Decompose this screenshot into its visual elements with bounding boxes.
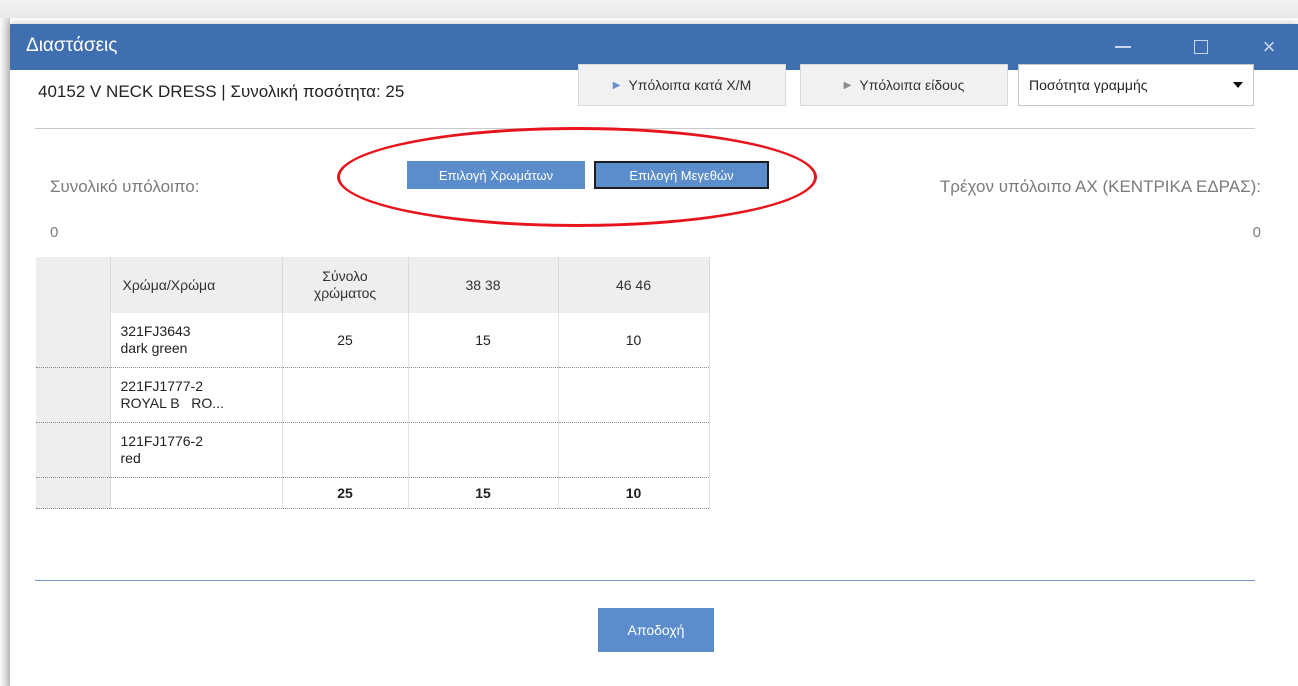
total-remaining-value: 0 [50, 224, 59, 241]
totals-color-total: 25 [282, 477, 409, 509]
color-total-column-header[interactable]: Σύνολο χρώματος [282, 257, 409, 313]
background-shadow-top [0, 0, 1298, 18]
size-46-cell[interactable]: 10 [558, 313, 710, 368]
color-total-header-line2: χρώματος [313, 285, 377, 301]
color-total-cell[interactable]: 25 [282, 313, 409, 368]
remaining-by-cm-button[interactable]: ▶ Υπόλοιπα κατά Χ/Μ [578, 64, 786, 106]
dimensions-grid: Χρώμα/Χρώμα Σύνολο χρώματος 38 38 46 46 … [36, 257, 710, 509]
row-selector[interactable] [36, 422, 111, 478]
color-name: ROYAL B RO... [120, 395, 224, 411]
accept-button[interactable]: Αποδοχή [598, 608, 714, 652]
remaining-item-button[interactable]: ▶ Υπόλοιπα είδους [800, 64, 1008, 106]
current-remaining-label: Τρέχον υπόλοιπο ΑΧ (ΚΕΝΤΡΙΚΑ ΕΔΡΑΣ): [939, 177, 1261, 196]
remaining-by-cm-label: Υπόλοιπα κατά Χ/Μ [628, 77, 752, 93]
size-46-cell[interactable] [558, 422, 710, 478]
color-name: red [120, 450, 141, 466]
size-38-cell[interactable] [408, 367, 559, 423]
play-icon: ▶ [843, 79, 852, 91]
current-remaining-value: 0 [1252, 224, 1261, 241]
totals-size-46: 10 [558, 477, 710, 509]
close-icon: × [1262, 34, 1276, 59]
size-column-header-46[interactable]: 46 46 [558, 257, 710, 313]
color-code: 221FJ1777-2 [120, 378, 204, 394]
size-column-header-38[interactable]: 38 38 [408, 257, 559, 313]
item-title: 40152 V NECK DRESS | Συνολική ποσότητα: … [38, 82, 405, 101]
size-38-cell[interactable]: 15 [408, 313, 559, 368]
quantity-select-value: Ποσότητα γραμμής [1029, 77, 1148, 93]
background-shadow-left [0, 18, 10, 686]
play-icon: ▶ [612, 79, 621, 91]
color-cell[interactable]: 321FJ3643 dark green [110, 313, 283, 368]
totals-row: 25 15 10 [36, 477, 710, 509]
table-row[interactable]: 121FJ1776-2 red [36, 422, 710, 478]
color-total-cell[interactable] [282, 367, 409, 423]
color-code: 321FJ3643 [120, 323, 191, 339]
totals-size-38: 15 [408, 477, 559, 509]
color-cell[interactable]: 121FJ1776-2 red [110, 422, 283, 478]
size-38-cell[interactable] [408, 422, 559, 478]
color-code: 121FJ1776-2 [120, 433, 204, 449]
color-name: dark green [120, 340, 188, 356]
color-total-header-line1: Σύνολο [322, 268, 368, 284]
table-row[interactable]: 221FJ1777-2 ROYAL B RO... [36, 367, 710, 423]
quantity-select[interactable]: Ποσότητα γραμμής [1018, 64, 1254, 106]
color-cell[interactable]: 221FJ1777-2 ROYAL B RO... [110, 367, 283, 423]
color-total-cell[interactable] [282, 422, 409, 478]
total-remaining-label: Συνολικό υπόλοιπο: [50, 177, 200, 196]
row-selector[interactable] [36, 313, 111, 368]
chevron-down-icon [1233, 82, 1243, 88]
annotation-ellipse [337, 127, 817, 227]
size-46-cell[interactable] [558, 367, 710, 423]
maximize-icon [1194, 40, 1208, 54]
totals-label-cell [110, 477, 283, 509]
remaining-item-label: Υπόλοιπα είδους [859, 77, 965, 93]
row-selector-header [36, 257, 111, 313]
footer-divider [35, 580, 1255, 581]
color-column-header[interactable]: Χρώμα/Χρώμα [110, 257, 283, 313]
row-selector[interactable] [36, 367, 111, 423]
minimize-icon [1115, 46, 1131, 48]
row-selector [36, 477, 111, 509]
table-row[interactable]: 321FJ3643 dark green 25 15 10 [36, 313, 710, 368]
grid-header-row: Χρώμα/Χρώμα Σύνολο χρώματος 38 38 46 46 [36, 257, 710, 313]
window-title: Διαστάσεις [26, 35, 118, 56]
